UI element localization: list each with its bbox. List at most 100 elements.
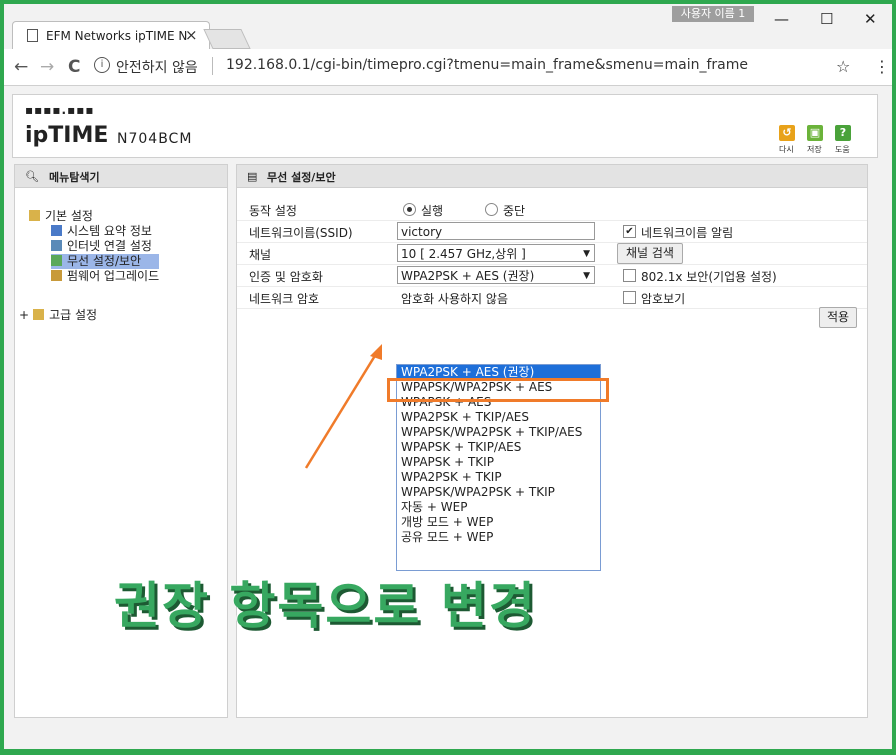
- refresh-icon[interactable]: ↺: [779, 125, 795, 141]
- radio-run[interactable]: [403, 203, 416, 216]
- dropdown-option[interactable]: 공유 모드 + WEP: [397, 530, 600, 545]
- dropdown-option[interactable]: WPAPSK + TKIP/AES: [397, 440, 600, 455]
- wireless-icon: [51, 255, 62, 266]
- iptime-logo: ipTIME: [25, 123, 109, 148]
- forward-icon[interactable]: →: [40, 57, 54, 77]
- dropdown-option[interactable]: 개방 모드 + WEP: [397, 515, 600, 530]
- router-page: ▪▪▪▪.▪▪▪ ipTIME N704BCM ↺ 다시 ▣ 저장 ? 도움 🔍…: [4, 86, 892, 749]
- dropdown-option[interactable]: WPAPSK/WPA2PSK + TKIP/AES: [397, 425, 600, 440]
- panel-title: 무선 설정/보안: [267, 171, 336, 184]
- tab-title: EFM Networks ipTIME N: [46, 29, 188, 43]
- checkbox-label: 암호보기: [641, 292, 686, 306]
- bookmark-star-icon[interactable]: ☆: [836, 57, 850, 76]
- back-icon[interactable]: ←: [14, 57, 28, 77]
- save-icon[interactable]: ▣: [807, 125, 823, 141]
- folder-icon: [33, 309, 45, 320]
- annotation-arrow: [304, 344, 382, 469]
- annotation-caption: 권장 항목으로 변경: [114, 577, 537, 635]
- minimize-icon[interactable]: —: [774, 10, 789, 28]
- row-label: 네트워크이름(SSID): [249, 226, 353, 240]
- magnifier-icon: 🔍︎: [25, 170, 39, 183]
- dropdown-option[interactable]: 자동 + WEP: [397, 500, 600, 515]
- close-icon[interactable]: ✕: [864, 10, 877, 28]
- row-label: 인증 및 암호화: [249, 270, 323, 284]
- sidebar-item-label: 펌웨어 업그레이드: [67, 269, 160, 283]
- sidebar-item-internet[interactable]: 인터넷 연결 설정: [51, 239, 152, 254]
- row-password: 네트워크 암호 암호화 사용하지 않음 암호보기: [237, 287, 867, 309]
- refresh-label: 다시: [779, 145, 794, 154]
- model-name: N704BCM: [117, 131, 193, 147]
- sidebar-item-label: 무선 설정/보안: [67, 254, 142, 268]
- password-value: 암호화 사용하지 않음: [401, 292, 508, 306]
- row-label: 네트워크 암호: [249, 292, 320, 306]
- tree-group-label: 기본 설정: [45, 209, 93, 223]
- divider: [212, 57, 213, 75]
- sidebar-item-label: 인터넷 연결 설정: [67, 239, 152, 253]
- tree-group-basic[interactable]: 기본 설정: [29, 209, 93, 224]
- channel-select[interactable]: 10 [ 2.457 GHz,상위 ] ▼: [397, 244, 595, 262]
- expand-icon[interactable]: +: [19, 308, 29, 322]
- 8021x-checkbox[interactable]: [623, 269, 636, 282]
- show-password-checkbox[interactable]: [623, 291, 636, 304]
- dropdown-option[interactable]: WPA2PSK + TKIP: [397, 470, 600, 485]
- dropdown-option[interactable]: WPA2PSK + TKIP/AES: [397, 410, 600, 425]
- radio-run-label: 실행: [421, 204, 444, 218]
- url-text[interactable]: 192.168.0.1/cgi-bin/timepro.cgi?tmenu=ma…: [226, 57, 748, 73]
- maximize-icon[interactable]: ☐: [820, 10, 833, 28]
- dropdown-option[interactable]: WPAPSK + TKIP: [397, 455, 600, 470]
- tree-group-advanced[interactable]: + 고급 설정: [19, 308, 97, 323]
- browser-menu-icon[interactable]: ⋮: [874, 57, 890, 76]
- browser-tab[interactable]: EFM Networks ipTIME N ×: [12, 21, 210, 49]
- highlight-box: [387, 378, 609, 402]
- auth-select[interactable]: WPA2PSK + AES (권장) ▼: [397, 266, 595, 284]
- omnibox[interactable]: i 안전하지 않음 192.168.0.1/cgi-bin/timepro.cg…: [94, 54, 854, 78]
- browser-window: EFM Networks ipTIME N × 사용자 이름 1 — ☐ ✕ ←…: [4, 4, 892, 749]
- channel-search-button[interactable]: 채널 검색: [617, 243, 683, 264]
- menu-explorer-header: 🔍︎ 메뉴탐색기: [15, 165, 227, 188]
- profile-badge[interactable]: 사용자 이름 1: [672, 6, 754, 22]
- sidebar-item-system-summary[interactable]: 시스템 요약 정보: [51, 224, 152, 239]
- sidebar-item-firmware[interactable]: 펌웨어 업그레이드: [51, 269, 159, 284]
- chart-icon: [51, 225, 62, 236]
- panel-header: ▤ 무선 설정/보안: [237, 165, 867, 188]
- row-auth: 인증 및 암호화 WPA2PSK + AES (권장) ▼ 802.1x 보안(…: [237, 265, 867, 287]
- reload-icon[interactable]: C: [68, 57, 80, 77]
- new-tab-button[interactable]: [203, 29, 251, 49]
- row-label: 동작 설정: [249, 204, 297, 218]
- sidebar-item-label: 시스템 요약 정보: [67, 224, 152, 238]
- menu-explorer-title: 메뉴탐색기: [49, 171, 100, 184]
- apply-button[interactable]: 적용: [819, 307, 857, 328]
- row-label: 채널: [249, 248, 272, 262]
- document-icon: [27, 29, 38, 42]
- ssid-broadcast-checkbox[interactable]: ✔: [623, 225, 636, 238]
- info-icon[interactable]: i: [94, 57, 110, 73]
- radio-stop-label: 중단: [503, 204, 526, 218]
- channel-value: 10 [ 2.457 GHz,상위 ]: [401, 247, 526, 261]
- tree-group-label: 고급 설정: [49, 308, 98, 322]
- dropdown-option[interactable]: WPAPSK/WPA2PSK + TKIP: [397, 485, 600, 500]
- checkbox-label: 네트워크이름 알림: [641, 226, 734, 240]
- sidebar-item-wireless[interactable]: 무선 설정/보안: [51, 254, 160, 269]
- checkbox-label: 802.1x 보안(기업용 설정): [641, 270, 777, 284]
- title-bar: EFM Networks ipTIME N × 사용자 이름 1 — ☐ ✕: [4, 4, 892, 49]
- help-icon[interactable]: ?: [835, 125, 851, 141]
- firmware-icon: [51, 270, 62, 281]
- monitor-icon: [51, 240, 62, 251]
- router-header: ▪▪▪▪.▪▪▪ ipTIME N704BCM ↺ 다시 ▣ 저장 ? 도움: [12, 94, 878, 158]
- row-operation: 동작 설정 실행 중단: [237, 199, 867, 221]
- radio-stop[interactable]: [485, 203, 498, 216]
- help-label: 도움: [835, 145, 850, 154]
- save-label: 저장: [807, 145, 822, 154]
- logo-dots: ▪▪▪▪.▪▪▪: [25, 103, 95, 117]
- tab-close-icon[interactable]: ×: [185, 26, 198, 44]
- row-ssid: 네트워크이름(SSID) victory ✔ 네트워크이름 알림: [237, 221, 867, 243]
- arrow-head: [370, 344, 382, 360]
- dropdown-arrow-icon: ▼: [583, 271, 590, 281]
- row-channel: 채널 10 [ 2.457 GHz,상위 ] ▼ 채널 검색: [237, 243, 867, 265]
- security-status: 안전하지 않음: [116, 60, 198, 76]
- dropdown-arrow-icon: ▼: [583, 249, 590, 259]
- ssid-input[interactable]: victory: [397, 222, 595, 240]
- window-icon: ▤: [247, 170, 258, 183]
- address-bar: ← → C i 안전하지 않음 192.168.0.1/cgi-bin/time…: [4, 49, 892, 86]
- arrow-line: [304, 353, 378, 469]
